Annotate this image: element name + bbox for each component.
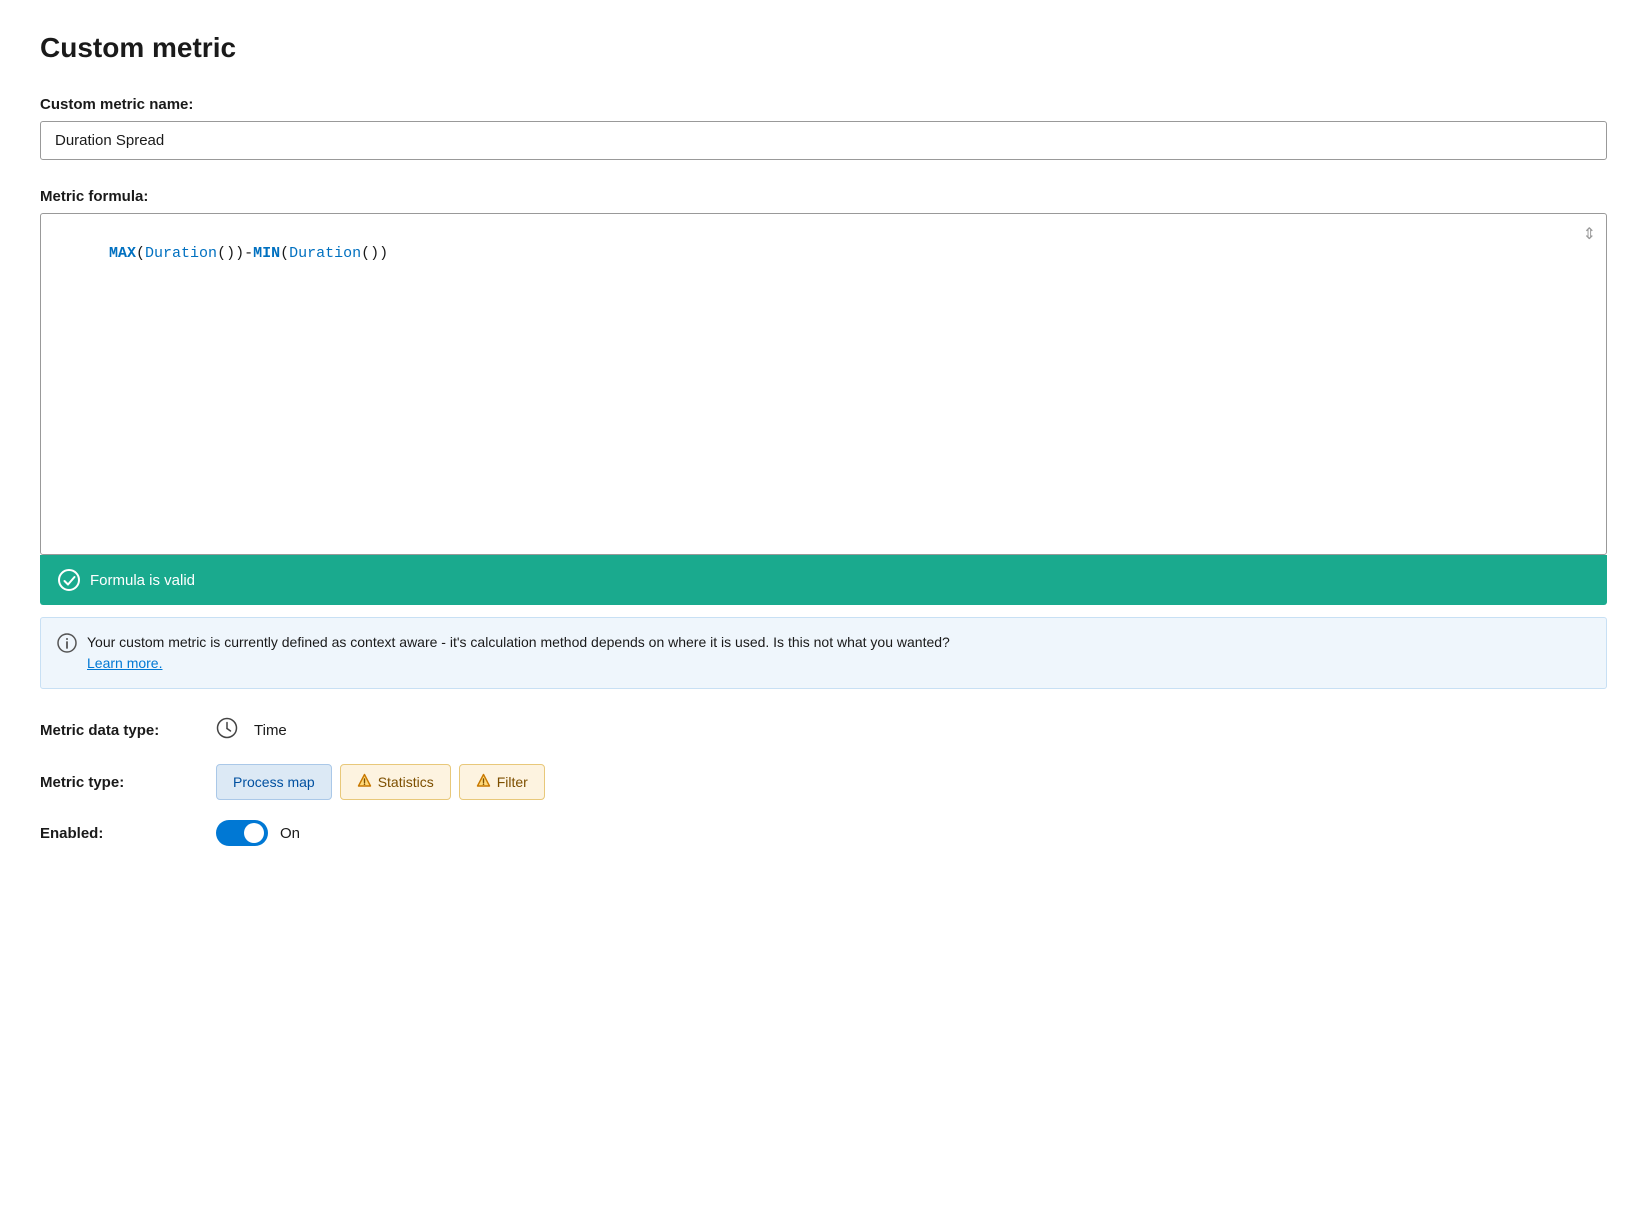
warning-icon-statistics: [357, 773, 372, 791]
info-banner-content: Your custom metric is currently defined …: [87, 632, 950, 674]
badge-statistics-label: Statistics: [378, 774, 434, 790]
page-title: Custom metric: [40, 32, 1607, 64]
metric-type-row: Metric type: Process map Statistics: [40, 764, 1607, 800]
formula-editor-wrapper: MAX(Duration())-MIN(Duration()) ⇕: [40, 213, 1607, 555]
formula-duration2: Duration: [289, 245, 361, 262]
toggle-wrapper: On: [216, 820, 300, 846]
valid-banner: Formula is valid: [40, 555, 1607, 605]
badge-statistics[interactable]: Statistics: [340, 764, 451, 800]
info-banner-text: Your custom metric is currently defined …: [87, 634, 950, 650]
metric-data-type-row: Metric data type: Time: [40, 717, 1607, 744]
metric-type-badges: Process map Statistics Filter: [216, 764, 545, 800]
formula-duration1: Duration: [145, 245, 217, 262]
formula-field-label: Metric formula:: [40, 188, 1607, 205]
metric-name-input[interactable]: [40, 121, 1607, 160]
warning-icon-filter: [476, 773, 491, 791]
metric-type-label: Metric type:: [40, 774, 200, 791]
enabled-on-label: On: [280, 825, 300, 842]
valid-check-icon: [58, 569, 80, 591]
formula-min-keyword: MIN: [253, 245, 280, 262]
badge-process-map[interactable]: Process map: [216, 764, 332, 800]
name-field-label: Custom metric name:: [40, 96, 1607, 113]
valid-banner-text: Formula is valid: [90, 572, 195, 589]
badge-filter[interactable]: Filter: [459, 764, 545, 800]
enabled-label: Enabled:: [40, 825, 200, 842]
metric-data-type-label: Metric data type:: [40, 722, 200, 739]
info-icon: [57, 633, 77, 659]
info-banner: Your custom metric is currently defined …: [40, 617, 1607, 689]
badge-filter-label: Filter: [497, 774, 528, 790]
formula-resize-handle[interactable]: ⇕: [1583, 224, 1596, 244]
toggle-slider: [216, 820, 268, 846]
badge-process-map-label: Process map: [233, 774, 315, 790]
formula-editor[interactable]: MAX(Duration())-MIN(Duration()): [41, 214, 1606, 554]
metric-data-type-value: Time: [254, 722, 287, 739]
learn-more-link[interactable]: Learn more.: [87, 655, 162, 671]
enabled-toggle[interactable]: [216, 820, 268, 846]
time-icon: [216, 717, 238, 744]
enabled-row: Enabled: On: [40, 820, 1607, 846]
formula-max-keyword: MAX: [109, 245, 136, 262]
